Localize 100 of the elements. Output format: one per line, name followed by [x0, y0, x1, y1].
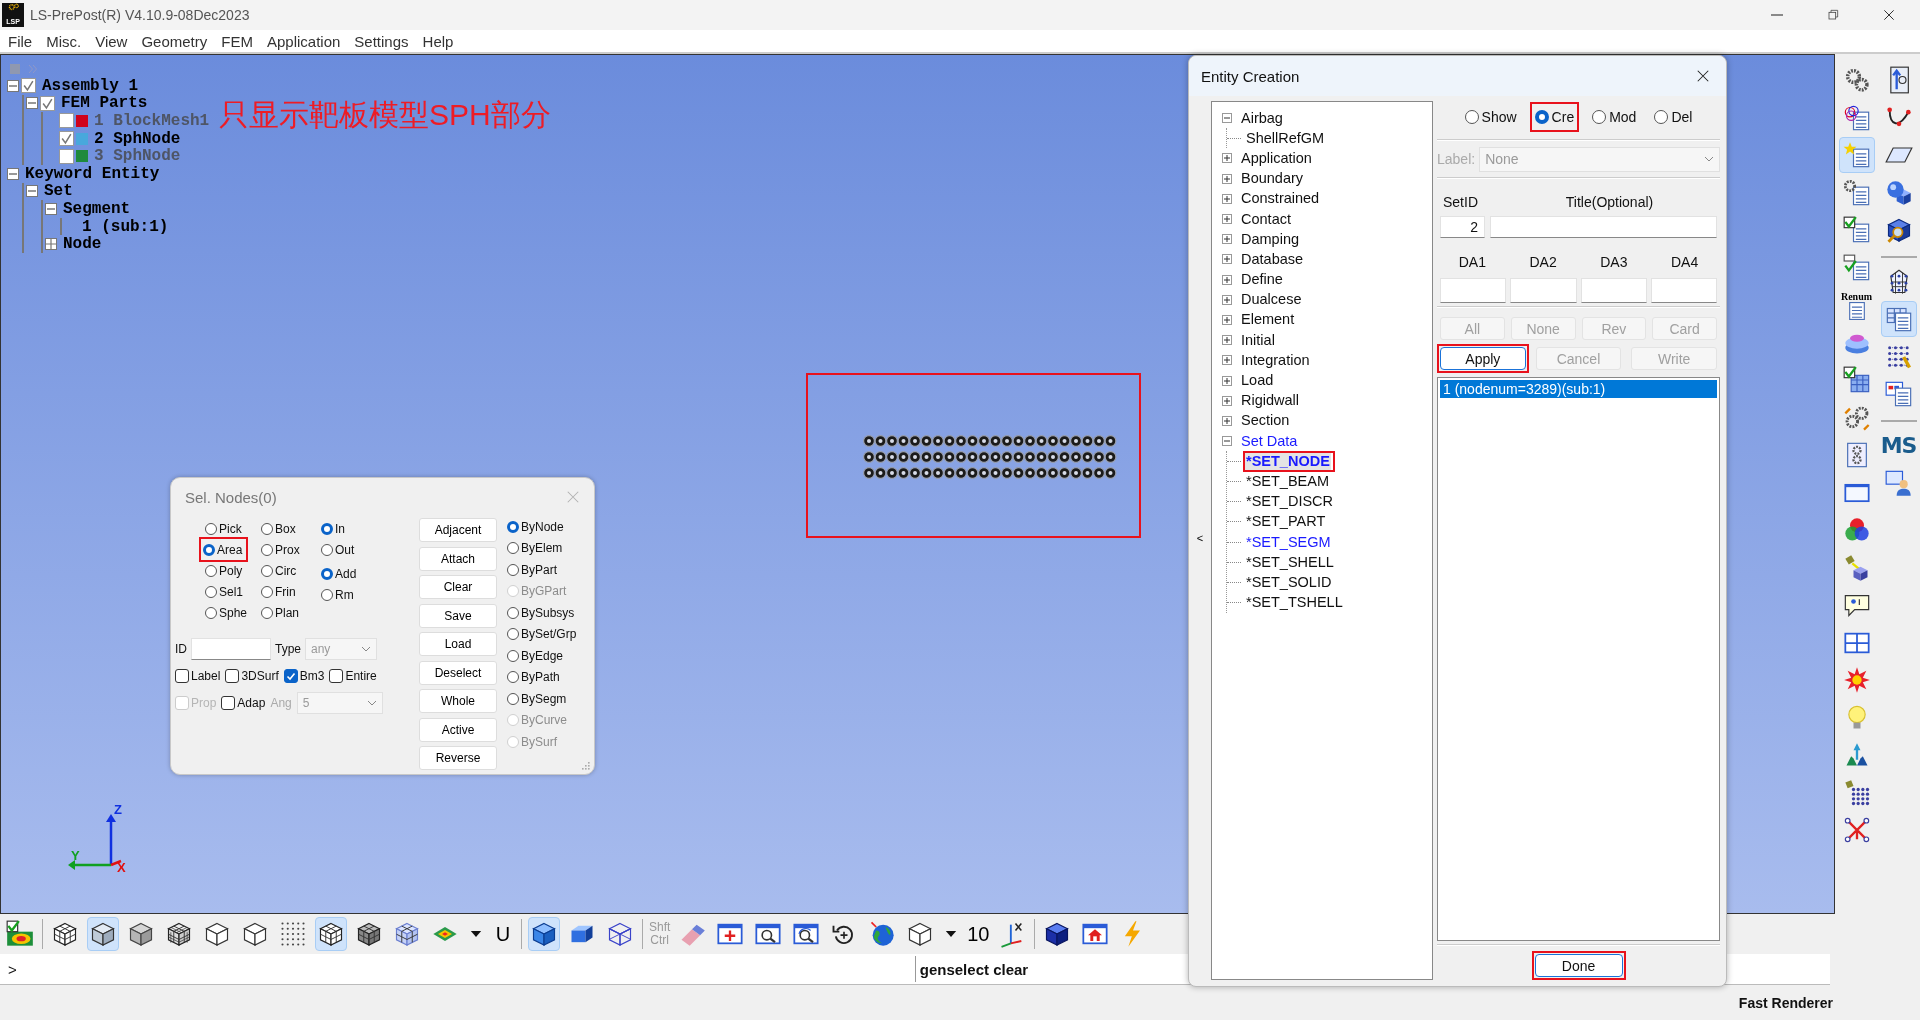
- tree-item[interactable]: Rigidwall: [1240, 392, 1301, 410]
- action-button[interactable]: Reverse: [419, 746, 497, 770]
- radio-button[interactable]: Sel1: [205, 582, 244, 601]
- expand-icon[interactable]: [1222, 294, 1232, 305]
- value-field[interactable]: [1650, 278, 1717, 303]
- tree-item[interactable]: 1 (sub:1): [82, 217, 169, 236]
- radio-button[interactable]: ByNode: [507, 517, 564, 537]
- tree-item[interactable]: Element: [1240, 311, 1296, 329]
- radio-button[interactable]: Pick: [205, 519, 242, 538]
- radio-button[interactable]: Poly: [205, 561, 243, 580]
- radio-button[interactable]: Sphe: [205, 603, 248, 622]
- radio-button[interactable]: BySubsys: [507, 603, 575, 623]
- action-button[interactable]: Whole: [419, 689, 497, 713]
- checkbox[interactable]: Bm3: [283, 668, 325, 683]
- collapse-icon[interactable]: [1222, 436, 1232, 447]
- tree-item[interactable]: Application: [1240, 149, 1313, 167]
- collapse-icon[interactable]: [26, 97, 38, 110]
- radio-button[interactable]: Rm: [321, 585, 354, 604]
- checkbox[interactable]: [59, 131, 74, 147]
- action-button[interactable]: Attach: [419, 546, 497, 571]
- tree-item[interactable]: *SET_DISCR: [1245, 493, 1335, 511]
- expand-icon[interactable]: [1222, 395, 1232, 406]
- checkbox[interactable]: [40, 95, 55, 111]
- tree-item[interactable]: *SET_TSHELL: [1245, 594, 1344, 612]
- tree-item[interactable]: FEM Parts: [61, 94, 148, 113]
- radio-button[interactable]: Frin: [261, 582, 296, 601]
- radio-button[interactable]: Cre: [1534, 106, 1575, 128]
- expand-icon[interactable]: [1222, 355, 1232, 366]
- tree-item[interactable]: Airbag: [1240, 109, 1284, 127]
- radio-button[interactable]: In: [321, 519, 345, 538]
- expand-icon[interactable]: [1222, 214, 1232, 225]
- radio-button[interactable]: Add: [321, 564, 357, 583]
- checkbox[interactable]: Adap: [221, 695, 266, 710]
- radio-button[interactable]: Del: [1654, 106, 1693, 128]
- tree-item[interactable]: Database: [1240, 250, 1305, 268]
- radio-button[interactable]: Plan: [261, 603, 300, 622]
- radio-button[interactable]: Circ: [261, 561, 297, 580]
- radio-button[interactable]: ByEdge: [507, 646, 564, 666]
- tree-item[interactable]: ShellRefGM: [1245, 129, 1326, 147]
- radio-button[interactable]: ByPath: [507, 667, 560, 687]
- tree-item[interactable]: Assembly 1: [42, 76, 138, 95]
- menu-item[interactable]: Settings: [347, 32, 416, 50]
- value-field[interactable]: [1440, 278, 1507, 303]
- tree-item[interactable]: Set Data: [1240, 432, 1299, 450]
- collapse-icon[interactable]: [45, 202, 57, 215]
- tree-item[interactable]: Integration: [1240, 351, 1311, 369]
- tree-item[interactable]: Boundary: [1240, 170, 1305, 188]
- expand-icon[interactable]: [1222, 375, 1232, 386]
- menu-item[interactable]: Misc.: [39, 32, 89, 50]
- radio-button[interactable]: BySegm: [507, 689, 567, 709]
- radio-button[interactable]: BySet/Grp: [507, 624, 577, 644]
- tree-item[interactable]: *SET_SEGM: [1245, 533, 1332, 551]
- collapse-icon[interactable]: [26, 185, 38, 198]
- tree-item[interactable]: Contact: [1240, 210, 1292, 228]
- expand-icon[interactable]: [1222, 314, 1232, 325]
- collapse-icon[interactable]: [7, 167, 19, 180]
- tree-item[interactable]: Dualcese: [1240, 291, 1303, 309]
- tree-item[interactable]: *SET_SOLID: [1245, 573, 1333, 591]
- expand-icon[interactable]: [1222, 415, 1232, 426]
- tree-item[interactable]: Initial: [1240, 331, 1276, 349]
- radio-button[interactable]: Show: [1464, 106, 1517, 128]
- resize-grip-icon[interactable]: [582, 762, 590, 770]
- setid-field[interactable]: 2: [1440, 216, 1485, 238]
- checkbox[interactable]: [21, 78, 36, 94]
- radio-button[interactable]: Mod: [1592, 106, 1637, 128]
- action-button[interactable]: Apply: [1440, 347, 1526, 370]
- expand-icon[interactable]: [1222, 153, 1232, 164]
- menu-item[interactable]: Help: [415, 32, 461, 50]
- menu-item[interactable]: View: [88, 32, 135, 50]
- action-button[interactable]: Active: [419, 717, 497, 742]
- done-button[interactable]: Done: [1534, 954, 1623, 977]
- tree-item[interactable]: *SET_NODE: [1245, 452, 1331, 470]
- list-item[interactable]: 1 (nodenum=3289)(sub:1): [1440, 380, 1717, 398]
- toolbar-button[interactable]: Renum: [1838, 287, 1875, 323]
- value-field[interactable]: [1580, 278, 1647, 303]
- action-button[interactable]: Save: [419, 603, 497, 628]
- radio-button[interactable]: Prox: [261, 540, 300, 559]
- checkbox[interactable]: Label: [175, 668, 221, 683]
- action-button[interactable]: Deselect: [419, 660, 497, 685]
- toolbar-button[interactable]: [87, 917, 119, 951]
- action-button[interactable]: Adjacent: [419, 518, 497, 542]
- checkbox[interactable]: [59, 148, 74, 164]
- value-field[interactable]: [1510, 278, 1577, 303]
- collapse-icon[interactable]: [7, 79, 19, 92]
- expand-icon[interactable]: [1222, 274, 1232, 285]
- collapse-handle[interactable]: <: [1189, 528, 1211, 548]
- radio-button[interactable]: ByElem: [507, 538, 563, 558]
- toolbar-button[interactable]: [315, 917, 347, 951]
- expand-icon[interactable]: [1222, 193, 1232, 204]
- tree-item[interactable]: Damping: [1240, 230, 1301, 248]
- checkbox[interactable]: Entire: [329, 668, 377, 683]
- toolbar-button[interactable]: MS: [1880, 427, 1917, 464]
- radio-button[interactable]: Area: [203, 540, 243, 559]
- expand-icon[interactable]: [45, 238, 57, 251]
- expand-icon[interactable]: [1222, 234, 1232, 245]
- toolbar-button[interactable]: 10: [966, 917, 991, 951]
- collapse-icon[interactable]: [1222, 113, 1232, 124]
- tree-item[interactable]: Section: [1240, 412, 1291, 430]
- id-field[interactable]: [191, 638, 271, 660]
- tree-item[interactable]: 2 SphNode: [94, 129, 181, 148]
